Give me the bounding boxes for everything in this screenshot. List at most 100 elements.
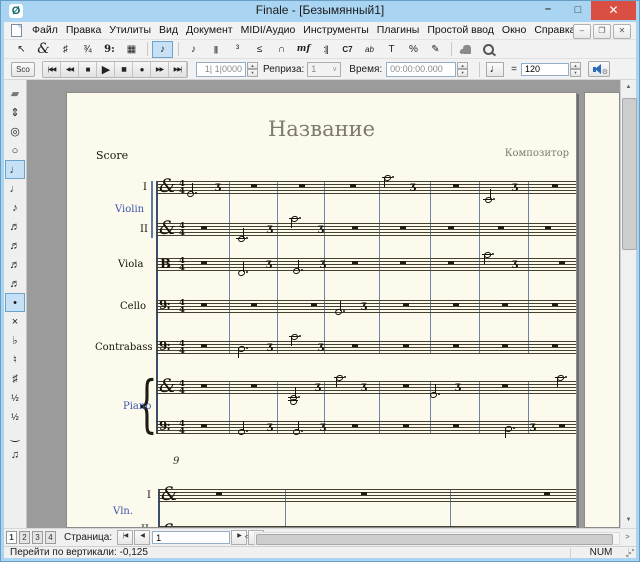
whole-rest[interactable]	[544, 492, 550, 495]
whole-rest[interactable]	[400, 261, 406, 264]
half-step-down[interactable]: ½	[5, 407, 25, 426]
lyrics-tool[interactable]: ab	[359, 41, 380, 58]
augmentation-dot[interactable]: •	[5, 293, 25, 312]
whole-rest[interactable]	[201, 424, 207, 427]
tuplet-tool[interactable]: ³	[227, 41, 248, 58]
page-tab-4[interactable]: 4	[45, 531, 56, 544]
whole-rest[interactable]	[251, 184, 257, 187]
whole-rest[interactable]	[453, 424, 459, 427]
speedy-entry-tool[interactable]: ♪	[183, 41, 204, 58]
repitch-tool[interactable]: ⇕	[5, 103, 25, 122]
double-whole-note[interactable]: ◎	[5, 122, 25, 141]
tempo-input[interactable]	[521, 63, 569, 76]
whole-rest[interactable]	[502, 303, 508, 306]
whole-rest[interactable]	[352, 424, 358, 427]
minimize-button[interactable]: –	[534, 1, 562, 20]
spinner-up-icon[interactable]: ▲	[457, 62, 468, 70]
staff-cello[interactable]: 9:44ʒ	[156, 300, 577, 313]
page-tab-3[interactable]: 3	[32, 531, 43, 544]
hyperscribe-tool[interactable]: |||	[205, 41, 226, 58]
record-button[interactable]: ●	[133, 62, 151, 77]
smart-shape-tool[interactable]: ≤	[249, 41, 270, 58]
close-button[interactable]: ✕	[591, 1, 636, 20]
sixteenth-note[interactable]: ♬	[5, 217, 25, 236]
whole-rest[interactable]	[453, 344, 459, 347]
pause-button[interactable]: ▮▮	[115, 62, 133, 77]
whole-rest[interactable]	[251, 384, 257, 387]
vertical-scrollbar[interactable]: ▲ ▼	[620, 80, 636, 528]
reprise-select[interactable]: 1 ∨	[307, 62, 341, 77]
scroll-down-icon[interactable]: ▼	[621, 513, 636, 528]
half-step-up[interactable]: ½	[5, 388, 25, 407]
quarter-rest[interactable]: ʒ	[320, 422, 326, 432]
expression-tool[interactable]: mf	[293, 41, 314, 58]
quarter-rest[interactable]: ʒ	[320, 259, 326, 269]
whole-rest[interactable]	[453, 184, 459, 187]
whole-rest[interactable]	[453, 303, 459, 306]
flat[interactable]: ♭	[5, 331, 25, 350]
spinner-up-icon[interactable]: ▲	[247, 62, 258, 70]
spinner-down-icon[interactable]: ▼	[570, 69, 581, 77]
whole-rest[interactable]	[400, 226, 406, 229]
text-tool[interactable]: T	[381, 41, 402, 58]
part-name-label[interactable]: Score	[96, 149, 128, 162]
whole-rest[interactable]	[201, 303, 207, 306]
quarter-rest[interactable]: ʒ	[266, 259, 272, 269]
tuplet[interactable]: ♫	[5, 445, 25, 464]
quarter-rest[interactable]: ʒ	[267, 342, 273, 352]
whole-rest[interactable]	[502, 384, 508, 387]
spinner-down-icon[interactable]: ▼	[457, 69, 468, 77]
natural[interactable]: ♮	[5, 350, 25, 369]
whole-rest[interactable]	[201, 344, 207, 347]
skip-to-end-button[interactable]: ▶▶|	[169, 62, 187, 77]
quarter-rest[interactable]: ʒ	[530, 422, 536, 432]
skip-to-start-button[interactable]: |◀◀	[43, 62, 61, 77]
whole-rest[interactable]	[352, 344, 358, 347]
menu-document[interactable]: Документ	[182, 22, 237, 39]
whole-rest[interactable]	[216, 492, 222, 495]
selection-tool[interactable]: ↖	[11, 41, 32, 58]
vertical-scroll-thumb[interactable]	[622, 98, 637, 250]
whole-rest[interactable]	[403, 424, 409, 427]
time-spinner[interactable]: ▲▼	[457, 62, 468, 77]
double-sharp[interactable]: ×	[5, 312, 25, 331]
articulation-tool[interactable]: ∩	[271, 41, 292, 58]
playback-settings-button[interactable]: ⚙	[588, 61, 610, 77]
quarter-rest[interactable]: ʒ	[361, 301, 367, 311]
whole-rest[interactable]	[352, 261, 358, 264]
tempo-note-button[interactable]: ♩	[486, 62, 504, 77]
playback-position-field[interactable]: 1| 1|0000	[196, 62, 246, 77]
score-canvas[interactable]: Название Score Композитор {&44ʒʒʒ&44ʒʒB4…	[27, 80, 620, 528]
quarter-rest[interactable]: ʒ	[512, 259, 518, 269]
menu-edit[interactable]: Правка	[62, 22, 105, 39]
playback-time-field[interactable]: 00:00:00.000	[386, 62, 456, 77]
quarter-rest[interactable]: ʒ	[267, 422, 273, 432]
tempo-spinner[interactable]: ▲▼	[570, 62, 581, 77]
whole-rest[interactable]	[559, 424, 565, 427]
scroll-left-icon[interactable]: <	[240, 531, 253, 544]
menu-plugins[interactable]: Плагины	[373, 22, 424, 39]
hundred-twenty-eighth-note[interactable]: ♬	[5, 274, 25, 293]
page-1[interactable]: Название Score Композитор {&44ʒʒʒ&44ʒʒB4…	[66, 92, 577, 528]
whole-rest[interactable]	[403, 303, 409, 306]
score-selector-button[interactable]: Sco	[11, 62, 35, 77]
whole-rest[interactable]	[201, 226, 207, 229]
page-tab-1[interactable]: 1	[6, 531, 17, 544]
time-signature-tool[interactable]: ¾	[77, 41, 98, 58]
whole-rest[interactable]	[552, 303, 558, 306]
whole-rest[interactable]	[448, 261, 454, 264]
whole-note[interactable]: ○	[5, 141, 25, 160]
maximize-button[interactable]: □	[564, 1, 592, 20]
special-tools-tool[interactable]: ✎	[425, 41, 446, 58]
thirty-second-note[interactable]: ♬	[5, 236, 25, 255]
clef-tool[interactable]: 9:	[99, 41, 120, 58]
quarter-rest[interactable]: ʒ	[410, 182, 416, 192]
whole-rest[interactable]	[352, 226, 358, 229]
page-layout-tool[interactable]: %	[403, 41, 424, 58]
quarter-note[interactable]: ♩	[5, 179, 25, 198]
whole-rest[interactable]	[448, 226, 454, 229]
whole-rest[interactable]	[552, 344, 558, 347]
staff-violin-1-system2[interactable]: &	[158, 489, 577, 502]
half-note[interactable]: ♩	[5, 160, 25, 179]
menu-simple-entry[interactable]: Простой ввод	[423, 22, 498, 39]
